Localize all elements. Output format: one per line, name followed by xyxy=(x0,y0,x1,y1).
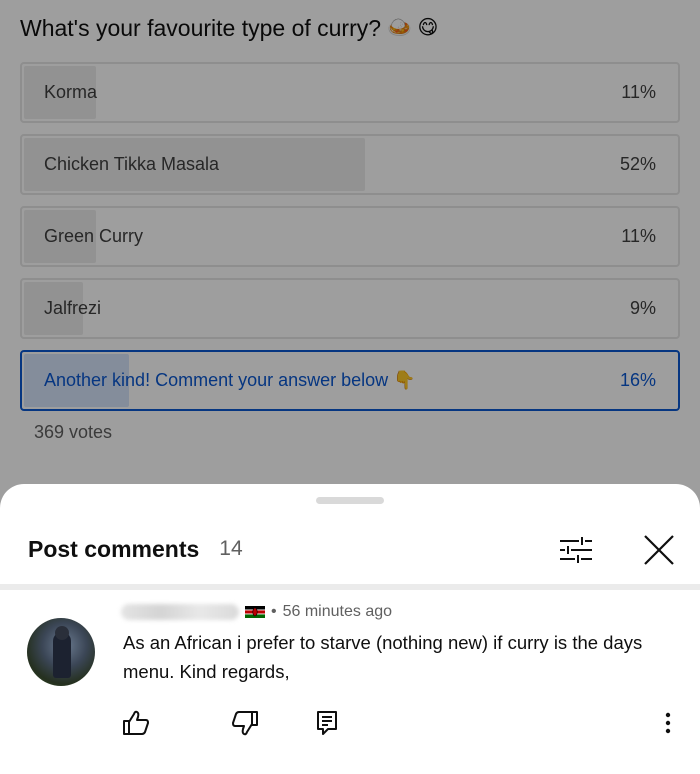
author-name-redacted[interactable] xyxy=(121,604,239,620)
more-options-button[interactable] xyxy=(651,706,685,740)
close-icon[interactable] xyxy=(637,528,681,572)
dislike-button[interactable] xyxy=(228,706,262,740)
reply-button[interactable] xyxy=(310,706,344,740)
avatar[interactable] xyxy=(27,618,95,686)
sheet-title: Post comments xyxy=(28,535,200,562)
more-vertical-icon xyxy=(665,712,671,734)
like-button[interactable] xyxy=(119,706,153,740)
kenya-flag-icon xyxy=(245,606,265,618)
sheet-header: Post comments 14 xyxy=(0,514,700,584)
comment-count: 14 xyxy=(219,537,243,560)
comment-actions xyxy=(0,706,700,740)
meta-separator: • xyxy=(271,603,277,620)
drag-handle[interactable] xyxy=(316,497,384,504)
comment-item: • 56 minutes ago As an African i prefer … xyxy=(0,590,700,774)
filter-sliders-icon[interactable] xyxy=(554,528,598,572)
thumbs-up-icon xyxy=(123,710,149,735)
comments-sheet: Post comments 14 • 56 minutes ago As an … xyxy=(0,484,700,774)
comment-timestamp: 56 minutes ago xyxy=(282,603,393,620)
comment-meta: • 56 minutes ago xyxy=(121,600,392,624)
reply-icon xyxy=(317,711,337,735)
thumbs-down-icon xyxy=(232,711,258,736)
comment-text: As an African i prefer to starve (nothin… xyxy=(123,632,643,682)
